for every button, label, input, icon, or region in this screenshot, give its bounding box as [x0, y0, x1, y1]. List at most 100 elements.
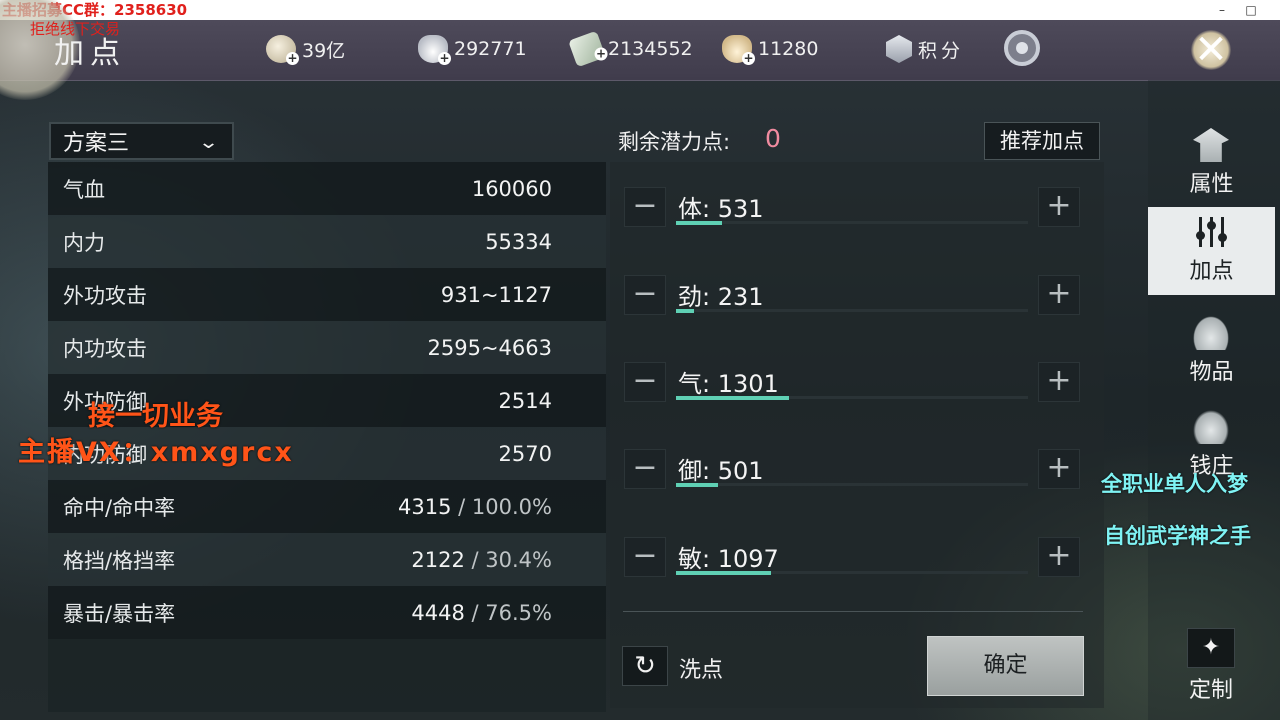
stat-name: 暴击/暴击率	[63, 601, 176, 626]
attribute-label: 御: 501	[678, 457, 764, 485]
confirm-button[interactable]: 确定	[927, 636, 1084, 696]
reset-points-label[interactable]: 洗点	[679, 652, 723, 684]
header-bar: 加点 + 39亿 + 292771 + 2134552 + 11280 积分 ✕	[0, 0, 1280, 100]
decrease-button[interactable]: −	[624, 449, 666, 489]
currency-coin[interactable]: + 39亿	[266, 34, 346, 65]
stat-row: 暴击/暴击率 4448 / 76.5%	[48, 586, 606, 639]
overlay-notice-text: 拒绝线下交易	[30, 20, 121, 38]
attribute-progress-fill	[676, 483, 719, 487]
customize-label[interactable]: 定制	[1148, 672, 1274, 704]
stat-name: 内功攻击	[63, 336, 147, 361]
ticket-icon: +	[568, 30, 608, 68]
decrease-button[interactable]: −	[624, 537, 666, 577]
currency-gold-ingot[interactable]: + 11280	[722, 34, 819, 65]
stat-name: 格挡/格挡率	[63, 548, 176, 573]
close-icon: ✕	[1194, 27, 1228, 73]
currency-silver-ingot[interactable]: + 292771	[418, 34, 527, 65]
sidebar-item-label: 物品	[1189, 360, 1234, 385]
stat-value: 55334	[485, 229, 552, 254]
stat-value: 2514	[498, 388, 552, 413]
money-bag-icon	[1193, 410, 1229, 444]
attribute-row-agility: − 敏: 1097 +	[610, 537, 1104, 597]
stat-value: 2570	[498, 441, 552, 466]
increase-button[interactable]: +	[1038, 449, 1080, 489]
attribute-label: 劲: 231	[678, 283, 764, 311]
potential-points-label: 剩余潜力点:	[618, 130, 731, 154]
score-label: 积分	[918, 39, 965, 62]
reset-icon[interactable]: ↻	[622, 646, 668, 686]
overlay-slogan-text: 自创武学神之手	[1104, 524, 1251, 548]
sidebar-item-items[interactable]: 物品	[1148, 308, 1275, 396]
plan-selected-label: 方案三	[63, 131, 130, 156]
attribute-progress-fill	[676, 571, 772, 575]
attribute-label: 体: 531	[678, 195, 764, 223]
stat-row: 命中/命中率 4315 / 100.0%	[48, 480, 606, 533]
attribute-progress-fill	[676, 309, 694, 313]
sidebar-item-add-points[interactable]: 加点	[1148, 207, 1275, 295]
attribute-progress-bar	[676, 396, 1028, 400]
decrease-button[interactable]: −	[624, 187, 666, 227]
overlay-contact-text: 主播VX：xmxgrcx	[18, 437, 294, 468]
stat-row: 格挡/格挡率 2122 / 30.4%	[48, 533, 606, 586]
increase-button[interactable]: +	[1038, 537, 1080, 577]
minimize-button[interactable]: –	[1207, 0, 1237, 20]
increase-button[interactable]: +	[1038, 187, 1080, 227]
stat-row: 外功攻击 931~1127	[48, 268, 606, 321]
sidebar-item-label: 加点	[1189, 259, 1234, 284]
stat-value: 4315 / 100.0%	[398, 494, 552, 519]
overlay-slogan-text: 全职业单人入梦	[1101, 472, 1248, 496]
bag-icon	[1193, 316, 1229, 350]
currency-value: 11280	[758, 38, 819, 60]
silver-ingot-icon: +	[418, 35, 451, 65]
magic-wand-icon[interactable]: ✦	[1187, 628, 1235, 668]
close-button[interactable]: ✕	[1180, 20, 1242, 80]
attribute-progress-fill	[676, 221, 722, 225]
window-title-bar: 主播招募CC群：2358630 – □	[0, 0, 1280, 20]
decrease-button[interactable]: −	[624, 275, 666, 315]
chevron-down-icon: ⌄	[197, 132, 220, 153]
maximize-button[interactable]: □	[1236, 0, 1266, 20]
stat-name: 外功攻击	[63, 283, 147, 308]
hat-icon	[1193, 128, 1229, 162]
sidebar-item-attributes[interactable]: 属性	[1148, 120, 1275, 208]
decrease-button[interactable]: −	[624, 362, 666, 402]
increase-button[interactable]: +	[1038, 275, 1080, 315]
attribute-progress-bar	[676, 483, 1028, 487]
stat-row: 气血 160060	[48, 162, 606, 215]
stat-name: 内力	[63, 230, 105, 255]
attribute-label: 气: 1301	[678, 370, 779, 398]
attribute-progress-fill	[676, 396, 789, 400]
attribute-progress-bar	[676, 571, 1028, 575]
currency-value: 292771	[454, 38, 527, 60]
increase-button[interactable]: +	[1038, 362, 1080, 402]
currency-value: 39亿	[302, 39, 346, 62]
score-button[interactable]: 积分	[886, 34, 964, 64]
coin-icon: +	[266, 35, 299, 65]
divider	[623, 611, 1083, 612]
recommend-points-button[interactable]: 推荐加点	[984, 122, 1100, 160]
sliders-icon	[1193, 215, 1229, 249]
badge-icon	[886, 35, 912, 63]
attribute-row-strength: − 劲: 231 +	[610, 275, 1104, 335]
stat-row: 内力 55334	[48, 215, 606, 268]
stat-value: 160060	[471, 176, 552, 201]
stat-value: 4448 / 76.5%	[411, 600, 552, 625]
sidebar-item-label: 属性	[1189, 172, 1234, 197]
attribute-label: 敏: 1097	[678, 545, 779, 573]
stat-name: 气血	[63, 177, 105, 202]
currency-value: 2134552	[608, 38, 693, 60]
attribute-progress-bar	[676, 309, 1028, 313]
plan-dropdown[interactable]: 方案三 ⌄	[49, 122, 234, 160]
gold-ingot-icon: +	[722, 35, 755, 65]
potential-points-value: 0	[765, 124, 781, 153]
stat-row: 内功攻击 2595~4663	[48, 321, 606, 374]
currency-ticket[interactable]: + 2134552	[568, 30, 693, 68]
stat-name: 命中/命中率	[63, 495, 176, 520]
attribute-progress-bar	[676, 221, 1028, 225]
attribute-row-defense: − 御: 501 +	[610, 449, 1104, 509]
attribute-row-qi: − 气: 1301 +	[610, 362, 1104, 422]
stat-value: 2595~4663	[427, 335, 552, 360]
stat-value: 931~1127	[440, 282, 552, 307]
gear-icon[interactable]	[1004, 30, 1040, 66]
attribute-row-constitution: − 体: 531 +	[610, 187, 1104, 247]
